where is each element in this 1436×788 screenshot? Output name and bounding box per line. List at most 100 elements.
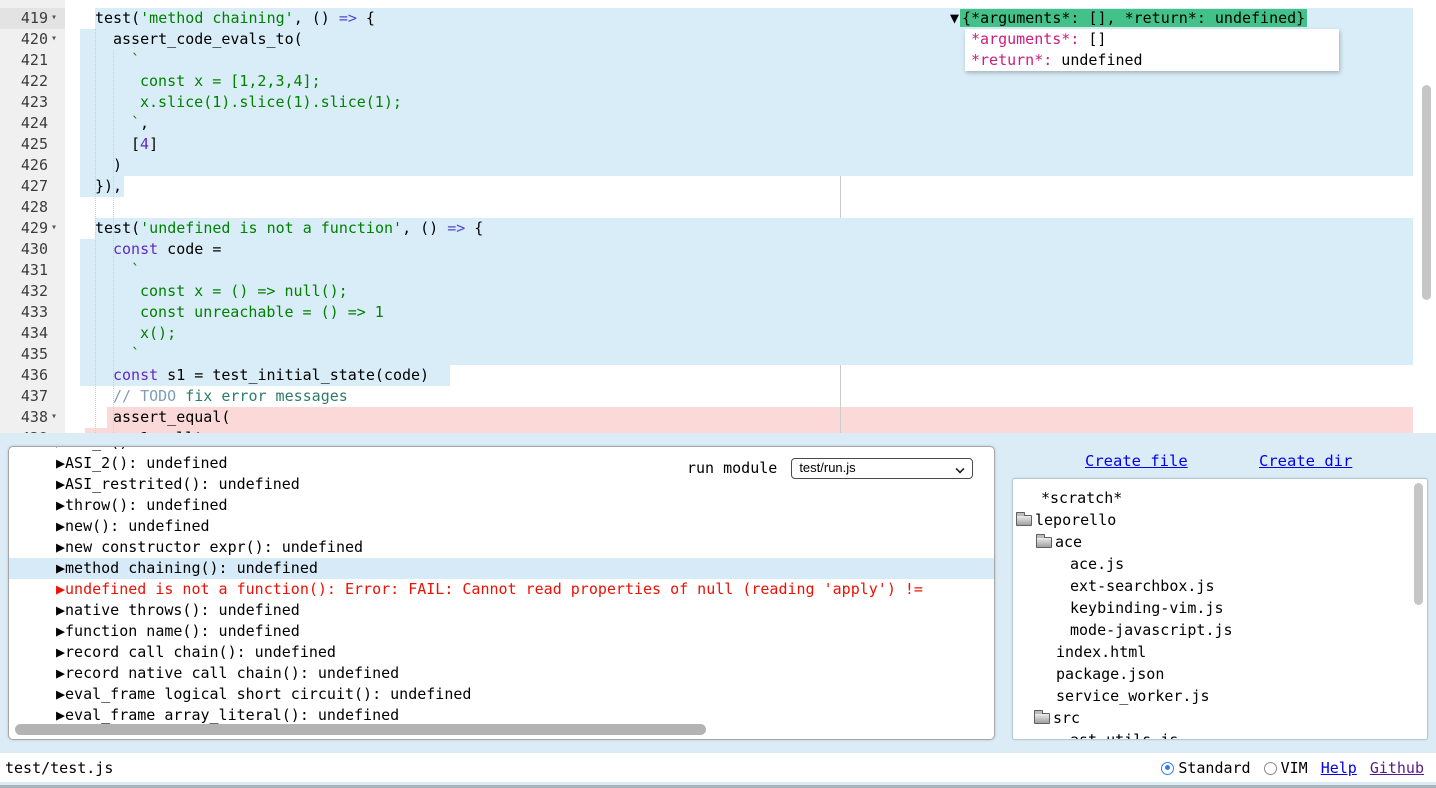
tooltip-summary: {*arguments*: [], *return*: undefined} (960, 9, 1307, 27)
tree-item-ace[interactable]: ace (1036, 531, 1082, 553)
code-line-429[interactable]: test('undefined is not a function', () =… (95, 218, 483, 239)
test-result-row[interactable]: ▶native throws(): undefined (9, 600, 994, 621)
line-number: 419 (0, 8, 48, 29)
line-number: 431 (0, 260, 48, 281)
tree-item-keybinding-vim.js[interactable]: keybinding-vim.js (1070, 597, 1224, 619)
code-line-427[interactable]: }), (95, 176, 122, 197)
line-number: 421 (0, 50, 48, 71)
tree-item-label: ast_utils.js (1070, 729, 1178, 740)
test-result-row[interactable]: ▶ASI_1(): undefined (9, 446, 994, 453)
line-number: 434 (0, 323, 48, 344)
code-line-435[interactable]: ` (131, 344, 140, 365)
tooltip-summary-line[interactable]: ▼{*arguments*: [], *return*: undefined} (950, 8, 1307, 29)
code-line-423[interactable]: x.slice(1).slice(1).slice(1); (140, 92, 402, 113)
code-line-420[interactable]: assert_code_evals_to( (113, 29, 303, 50)
line-highlight (80, 134, 1413, 155)
tree-item-label: keybinding-vim.js (1070, 597, 1224, 619)
tooltip-entry-key: *return*: (971, 51, 1052, 69)
tree-scrollbar-thumb[interactable] (1414, 483, 1423, 605)
tooltip-entry-value: [] (1079, 30, 1106, 48)
code-line-438[interactable]: assert_equal( (113, 407, 230, 428)
tree-item-service-worker.js[interactable]: service_worker.js (1056, 685, 1210, 707)
code-line-430[interactable]: const code = (113, 239, 221, 260)
test-result-row[interactable]: ▶eval_frame logical short circuit(): und… (9, 684, 994, 705)
status-bar: test/test.js StandardVIMHelpGithub (0, 752, 1436, 782)
tooltip-entry[interactable]: *arguments*: [] (971, 29, 1339, 50)
code-line-439[interactable]: s1.calltree (131, 428, 230, 433)
line-number: 437 (0, 386, 48, 407)
line-number: 427 (0, 176, 48, 197)
radio-vim[interactable] (1264, 762, 1277, 775)
tree-item-label: index.html (1056, 641, 1146, 663)
code-line-421[interactable]: ` (131, 50, 140, 71)
fold-toggle-icon[interactable]: ▾ (51, 8, 63, 29)
folder-icon (1016, 515, 1032, 526)
tree-item-label: service_worker.js (1056, 685, 1210, 707)
test-results-panel[interactable]: ▶ASI_1(): undefined▶ASI_2(): undefined▶A… (8, 446, 995, 740)
test-result-row[interactable]: ▶record call chain(): undefined (9, 642, 994, 663)
indent-guide (113, 50, 114, 433)
chevron-down-icon (956, 465, 964, 470)
github-link[interactable]: Github (1370, 759, 1424, 777)
collapse-arrow-icon[interactable]: ▼ (950, 9, 960, 27)
code-line-425[interactable]: [4] (131, 134, 158, 155)
fold-toggle-icon[interactable]: ▾ (51, 29, 63, 50)
help-link[interactable]: Help (1321, 759, 1357, 777)
test-result-row[interactable]: ▶function name(): undefined (9, 621, 994, 642)
tree-item-mode-javascript.js[interactable]: mode-javascript.js (1070, 619, 1233, 641)
create-dir-link[interactable]: Create dir (1259, 452, 1352, 470)
tooltip-entry-value: undefined (1052, 51, 1142, 69)
tree-item-package.json[interactable]: package.json (1056, 663, 1164, 685)
test-result-row[interactable]: ▶new(): undefined (9, 516, 994, 537)
code-line-426[interactable]: ) (113, 155, 122, 176)
keybinding-mode-standard[interactable]: Standard (1161, 759, 1250, 777)
line-number: 432 (0, 281, 48, 302)
tree-item-ext-searchbox.js[interactable]: ext-searchbox.js (1070, 575, 1215, 597)
code-line-437[interactable]: // TODO fix error messages (113, 386, 348, 407)
line-highlight (80, 239, 1413, 260)
tree-item-index.html[interactable]: index.html (1056, 641, 1146, 663)
editor-scrollbar-thumb[interactable] (1422, 85, 1431, 300)
tree-item-ace.js[interactable]: ace.js (1070, 553, 1124, 575)
test-result-row[interactable]: ▶eval_frame array_literal(): undefined (9, 705, 994, 726)
line-number: 422 (0, 71, 48, 92)
code-editor[interactable]: 419▾test('method chaining', () => {420▾a… (0, 0, 1436, 433)
line-number: 428 (0, 197, 48, 218)
create-file-link[interactable]: Create file (1085, 452, 1188, 470)
test-result-row[interactable]: ▶new constructor expr(): undefined (9, 537, 994, 558)
test-result-row[interactable]: ▶undefined is not a function(): Error: F… (9, 579, 994, 600)
tree-item-leporello[interactable]: leporello (1016, 509, 1116, 531)
code-line-436[interactable]: const s1 = test_initial_state(code) (113, 365, 429, 386)
line-number: 425 (0, 134, 48, 155)
radio-standard[interactable] (1161, 762, 1174, 775)
tree-item-label: src (1053, 707, 1080, 729)
test-result-row[interactable]: ▶method chaining(): undefined (9, 558, 994, 579)
code-line-434[interactable]: x(); (140, 323, 176, 344)
code-line-433[interactable]: const unreachable = () => 1 (140, 302, 384, 323)
code-line-419[interactable]: test('method chaining', () => { (95, 8, 375, 29)
tooltip-entry[interactable]: *return*: undefined (971, 50, 1339, 71)
tree-item-ast-utils.js[interactable]: ast_utils.js (1070, 729, 1178, 740)
test-result-row[interactable]: ▶throw(): undefined (9, 495, 994, 516)
fold-toggle-icon[interactable]: ▾ (51, 407, 63, 428)
code-line-432[interactable]: const x = () => null(); (140, 281, 348, 302)
tree-item--scratch-[interactable]: *scratch* (1041, 487, 1122, 509)
folder-icon (1034, 713, 1050, 724)
fold-toggle-icon[interactable]: ▾ (51, 218, 63, 239)
file-tree-panel[interactable]: *scratch*leporelloaceace.jsext-searchbox… (1012, 478, 1428, 740)
indent-guide (95, 29, 96, 433)
keybinding-mode-vim[interactable]: VIM (1264, 759, 1308, 777)
tree-item-label: ext-searchbox.js (1070, 575, 1215, 597)
code-line-431[interactable]: ` (131, 260, 140, 281)
code-line-422[interactable]: const x = [1,2,3,4]; (140, 71, 321, 92)
tree-item-src[interactable]: src (1034, 707, 1080, 729)
code-line-424[interactable]: `, (131, 113, 149, 134)
folder-icon (1036, 537, 1052, 548)
results-hscrollbar-thumb[interactable] (15, 724, 706, 735)
line-number: 426 (0, 155, 48, 176)
run-module-select[interactable]: test/run.js (791, 458, 973, 479)
test-result-row[interactable]: ▶record native call chain(): undefined (9, 663, 994, 684)
tree-item-label: package.json (1056, 663, 1164, 685)
line-highlight (80, 155, 1413, 176)
line-number: 424 (0, 113, 48, 134)
